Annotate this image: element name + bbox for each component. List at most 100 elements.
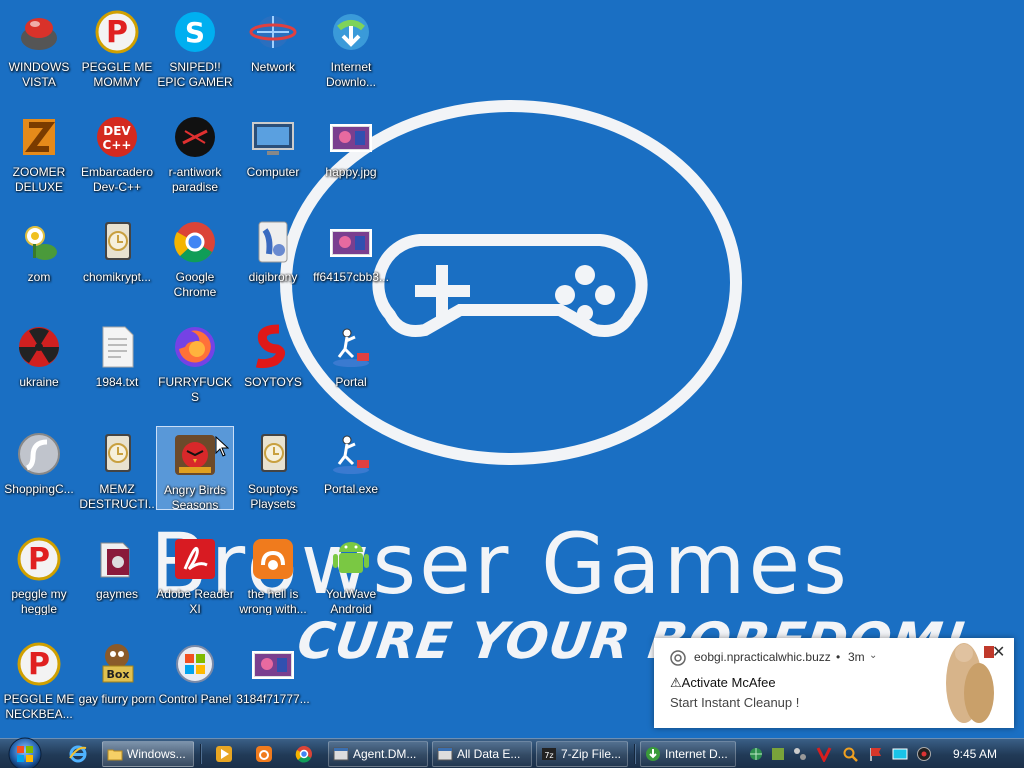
desktop-icon-label: SOYTOYS: [244, 375, 302, 389]
devcpp-icon: DEV C++: [93, 113, 141, 161]
desktop-icon[interactable]: ZOOMER DELUXE: [0, 109, 78, 193]
desktop-icon-label: Adobe Reader XI: [156, 587, 234, 615]
desktop-icon[interactable]: YouWave Android: [312, 531, 390, 615]
taskbar-clock[interactable]: 9:45 AM: [940, 747, 1010, 761]
desktop-icon-label: Computer: [246, 165, 300, 179]
taskbar-button-label: Windows...: [127, 747, 186, 761]
svg-text:C++: C++: [103, 138, 132, 152]
portal-icon: [327, 323, 375, 371]
gamepad-icon: [372, 234, 648, 337]
notification-time: 3m: [848, 650, 865, 664]
desktop-icon[interactable]: Box gay fiurry porn: [78, 636, 156, 720]
shortcut-clock-icon: [93, 430, 141, 478]
chrome-icon: [171, 218, 219, 266]
notification-domain: eobgi.npracticalwhic.buzz: [694, 650, 831, 664]
media-folder-icon: [93, 535, 141, 583]
taskbar-button-label: Agent.DM...: [353, 747, 417, 761]
taskbar-button-windows[interactable]: Windows...: [102, 741, 194, 767]
uc-browser-icon[interactable]: [254, 744, 274, 764]
desktop-icon[interactable]: ShoppingC...: [0, 426, 78, 510]
windows-vista-icon: [15, 8, 63, 56]
desktop-icon-label: Embarcadero Dev-C++: [80, 165, 154, 193]
internet-explorer-icon[interactable]: [68, 744, 88, 764]
desktop-icon-label: 1984.txt: [95, 375, 139, 389]
desktop-icon[interactable]: r-antiwork paradise: [156, 109, 234, 193]
desktop-icon[interactable]: Google Chrome: [156, 214, 234, 298]
taskbar-button-7zip[interactable]: 7z 7-Zip File...: [536, 741, 628, 767]
desktop-icon-label: 3184f71777...: [236, 692, 310, 706]
desktop-icon[interactable]: Computer: [234, 109, 312, 193]
desktop-icon-label: chomikrypt...: [82, 270, 151, 284]
desktop-icon[interactable]: Control Panel: [156, 636, 234, 720]
start-button[interactable]: [6, 735, 44, 768]
desktop-icon[interactable]: DEV C++ Embarcadero Dev-C++: [78, 109, 156, 193]
desktop-icon[interactable]: Portal: [312, 319, 390, 403]
desktop-icon[interactable]: ff64157cbb3...: [312, 214, 390, 298]
chrome-icon[interactable]: [294, 744, 314, 764]
taskbar-button-label: Internet D...: [665, 747, 728, 761]
desktop-icon[interactable]: chomikrypt...: [78, 214, 156, 298]
dots-app-icon[interactable]: [792, 746, 808, 762]
desktop-icon-label: Google Chrome: [173, 270, 217, 298]
desktop-icon[interactable]: Network: [234, 4, 312, 88]
antivirus-v-icon[interactable]: [816, 746, 832, 762]
svg-text:S: S: [185, 16, 205, 49]
taskbar-button-all-data[interactable]: All Data E...: [432, 741, 532, 767]
desktop-icon[interactable]: ukraine: [0, 319, 78, 403]
search-icon[interactable]: [842, 746, 858, 762]
desktop-icon[interactable]: Ppeggle my heggle: [0, 531, 78, 615]
desktop-icon-label: Internet Downlo...: [325, 60, 377, 88]
plants-icon: [15, 218, 63, 266]
close-icon[interactable]: ✕: [992, 642, 1005, 662]
peggle-icon: P: [93, 8, 141, 56]
desktop-icon-label: digibrony: [248, 270, 298, 284]
desktop-icon[interactable]: the hell is wrong with...: [234, 531, 312, 615]
desktop-icon[interactable]: SOYTOYS: [234, 319, 312, 403]
7zip-icon: 7z: [542, 748, 556, 760]
svg-text:P: P: [28, 647, 50, 682]
desktop-icon[interactable]: Internet Downlo...: [312, 4, 390, 88]
desktop-icon[interactable]: Adobe Reader XI: [156, 531, 234, 615]
desktop-icon-label: ZOOMER DELUXE: [12, 165, 66, 193]
desktop-icon[interactable]: Portal.exe: [312, 426, 390, 510]
image-file-icon: [327, 113, 375, 161]
desktop-icon-label: YouWave Android: [325, 587, 377, 615]
desktop-icon-label: Control Panel: [158, 692, 232, 706]
desktop-icon[interactable]: FURRYFUCKS: [156, 319, 234, 403]
text-file-icon: [93, 323, 141, 371]
folder-icon: [107, 749, 123, 761]
media-player-icon[interactable]: [214, 744, 234, 764]
skype-icon: S: [171, 8, 219, 56]
chrome-small-icon: [670, 650, 686, 666]
chevron-down-icon[interactable]: ⌄: [869, 650, 877, 661]
network-globe-icon[interactable]: [748, 746, 764, 762]
display-icon[interactable]: [892, 746, 908, 762]
desktop-icon-label: peggle my heggle: [11, 587, 67, 615]
speaker-icon[interactable]: [916, 746, 932, 762]
chrome-notification-popup[interactable]: eobgi.npracticalwhic.buzz • 3m ⌄ ⚠Activa…: [654, 638, 1014, 728]
desktop-icon[interactable]: P PEGGLE ME NECKBEA...: [0, 636, 78, 720]
desktop-icon-label: PEGGLE ME NECKBEA...: [3, 692, 75, 720]
desktop-icon[interactable]: S SNIPED!! EPIC GAMER 360...: [156, 4, 234, 88]
taskbar-separator: [200, 744, 202, 764]
desktop-icon[interactable]: happy.jpg: [312, 109, 390, 193]
flag-icon[interactable]: [868, 746, 884, 762]
desktop-icon[interactable]: 1984.txt: [78, 319, 156, 403]
taskbar-button-agent[interactable]: Agent.DM...: [328, 741, 428, 767]
desktop-icon[interactable]: digibrony: [234, 214, 312, 298]
desktop-icon[interactable]: 3184f71777...: [234, 636, 312, 720]
puzzle-icon[interactable]: [770, 746, 786, 762]
desktop-icon-label: gay fiurry porn: [78, 692, 156, 706]
desktop-icon-label: Network: [250, 60, 295, 74]
android-icon: [327, 535, 375, 583]
taskbar-button-internet-download[interactable]: Internet D...: [640, 741, 736, 767]
desktop-icon[interactable]: Souptoys Playsets: [234, 426, 312, 510]
desktop-icon[interactable]: zom: [0, 214, 78, 298]
desktop-icon[interactable]: P PEGGLE ME MOMMY: [78, 4, 156, 88]
desktop-icon-label: happy.jpg: [325, 165, 377, 179]
desktop-icon[interactable]: MEMZ DESTRUCTI...: [78, 426, 156, 510]
desktop-icon-label: FURRYFUCKS: [158, 375, 232, 403]
desktop-icon[interactable]: WINDOWS VISTA: [0, 4, 78, 88]
notification-separator: •: [836, 650, 841, 664]
desktop-icon[interactable]: gaymes: [78, 531, 156, 615]
